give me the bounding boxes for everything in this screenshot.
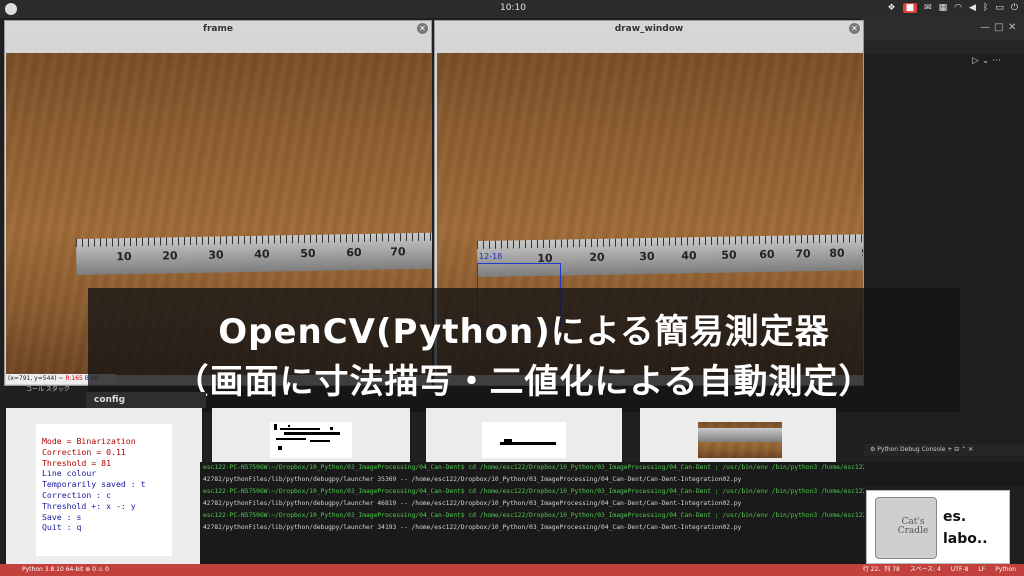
ruler-number: 30	[208, 248, 224, 262]
run-debug-icon[interactable]: ▷ ⌄ ⋯	[972, 56, 1001, 66]
editor-status-bar: Python 3.8.10 64-bit ⊗ 0 ⚠ 0 行 22、列 78 ス…	[0, 564, 1024, 576]
logo-text-line-1: es.	[943, 509, 967, 525]
terminal-line: esc122-PC-N5750GW:~/Dropbox/10_Python/03…	[203, 464, 864, 471]
frame-close-button[interactable]: ✕	[417, 23, 428, 34]
power-icon[interactable]: ⏻	[1011, 3, 1018, 13]
ruler-number: 40	[681, 249, 697, 263]
interpreter-status[interactable]: Python 3.8.10 64-bit ⊗ 0 ⚠ 0	[22, 564, 109, 576]
crop-image	[698, 422, 782, 458]
system-clock[interactable]: 10:10	[500, 3, 526, 13]
binary-window-1[interactable]	[212, 408, 410, 462]
ruler-number: 80	[829, 246, 845, 260]
config-window-title[interactable]: config	[86, 392, 206, 408]
terminal-line: 42782/pythonFiles/lib/python/debugpy/lau…	[203, 476, 742, 483]
config-line: Quit : q	[42, 522, 82, 533]
wifi-icon[interactable]: ◠	[954, 3, 962, 13]
ruler-number: 10	[116, 250, 132, 264]
debug-console-output	[864, 462, 1024, 486]
ruler-number: 30	[639, 249, 655, 264]
maximize-icon[interactable]: □	[994, 22, 1003, 33]
system-top-bar: 10:10 ❖ ■ ✉ ▦ ◠ ◀ ᛒ ▭ ⏻	[0, 0, 1024, 18]
line-ending[interactable]: LF	[978, 564, 985, 576]
os-logo-icon[interactable]	[5, 3, 17, 15]
draw-window-title: draw_window	[435, 21, 863, 37]
encoding[interactable]: UTF-8	[951, 564, 969, 576]
editor-title-bar: — □ ✕	[860, 18, 1024, 40]
grid-icon[interactable]: ▦	[939, 3, 948, 13]
battery-icon[interactable]: ▭	[995, 3, 1004, 13]
headline-line-1: OpenCV(Python)による簡易測定器	[218, 312, 830, 352]
ruler-number: 60	[346, 246, 362, 260]
call-stack-label[interactable]: コール スタック	[0, 384, 88, 394]
ruler-number: 50	[300, 246, 316, 261]
cats-cradle-logo-icon: Cat's Cradle	[875, 497, 937, 559]
frame-window-title: frame	[5, 21, 431, 37]
config-line: Save : s	[42, 511, 82, 522]
config-line: Temporarily saved : t	[42, 479, 146, 490]
system-tray: ❖ ■ ✉ ▦ ◠ ◀ ᛒ ▭ ⏻	[888, 3, 1018, 13]
minimize-icon[interactable]: —	[980, 22, 990, 33]
terminal-panel[interactable]: esc122-PC-N5750GW:~/Dropbox/10_Python/03…	[200, 462, 864, 564]
config-line: Threshold = 81	[42, 457, 112, 468]
terminal-line: esc122-PC-N5750GW:~/Dropbox/10_Python/03…	[203, 488, 864, 495]
editor-tab-row	[860, 40, 1024, 54]
notification-icon[interactable]: ■	[902, 3, 918, 13]
logo-text-line-2: labo..	[943, 531, 988, 547]
headline-line-2: （画面に寸法描写・二値化による自動測定）	[174, 362, 874, 402]
close-icon[interactable]: ✕	[1008, 22, 1016, 33]
ruler-number: 70	[390, 245, 406, 259]
draw-close-button[interactable]: ✕	[849, 23, 860, 34]
terminal-line: 42782/pythonFiles/lib/python/debugpy/lau…	[203, 500, 742, 507]
config-line: Threshold +: x -: y	[42, 500, 136, 511]
config-line: Mode = Binarization	[42, 436, 136, 446]
terminal-line: 42782/pythonFiles/lib/python/debugpy/lau…	[203, 524, 742, 531]
config-line: Correction : c	[42, 489, 112, 500]
ruler-number: 20	[589, 250, 605, 265]
ruler-number: 60	[759, 247, 775, 262]
es-labo-logo: Cat's Cradle es. labo..	[866, 490, 1010, 564]
terminal-line: esc122-PC-N5750GW:~/Dropbox/10_Python/03…	[203, 512, 864, 519]
ruler-number: 90	[861, 246, 863, 259]
language-mode[interactable]: Python	[995, 564, 1016, 576]
ruler-number: 20	[162, 249, 178, 263]
config-text-block: Mode = Binarization Correction = 0.11 Th…	[42, 436, 146, 533]
dropbox-icon[interactable]: ❖	[888, 3, 896, 13]
mail-icon[interactable]: ✉	[924, 3, 932, 13]
config-line: Line colour	[42, 468, 97, 479]
binary-image-1	[270, 422, 352, 458]
config-line: Correction = 0.11	[42, 446, 126, 457]
dimension-label: 12-18	[479, 252, 503, 261]
frame-ruler: 10 20 30 40 50 60 70 80	[76, 232, 432, 275]
ruler-number: 70	[795, 247, 811, 261]
ruler-number: 40	[254, 247, 270, 261]
debug-console-tab[interactable]: ⚙ Python Debug Console + ⊟ ⌃ ✕	[864, 444, 1024, 456]
crop-window[interactable]	[640, 408, 836, 462]
ruler-number: 50	[721, 248, 737, 262]
bluetooth-icon[interactable]: ᛒ	[983, 3, 988, 13]
cursor-position[interactable]: 行 22、列 78	[863, 564, 900, 576]
headline-banner: OpenCV(Python)による簡易測定器 （画面に寸法描写・二値化による自動…	[88, 288, 960, 412]
desktop-screen: 10:10 ❖ ■ ✉ ▦ ◠ ◀ ᛒ ▭ ⏻ — □ ✕ ▷ ⌄ ⋯ fram…	[0, 0, 1024, 576]
binary-image-2	[482, 422, 566, 458]
volume-icon[interactable]: ◀	[969, 3, 976, 13]
indent-setting[interactable]: スペース: 4	[910, 564, 941, 576]
binary-noise	[274, 424, 340, 450]
binary-window-2[interactable]	[426, 408, 622, 462]
